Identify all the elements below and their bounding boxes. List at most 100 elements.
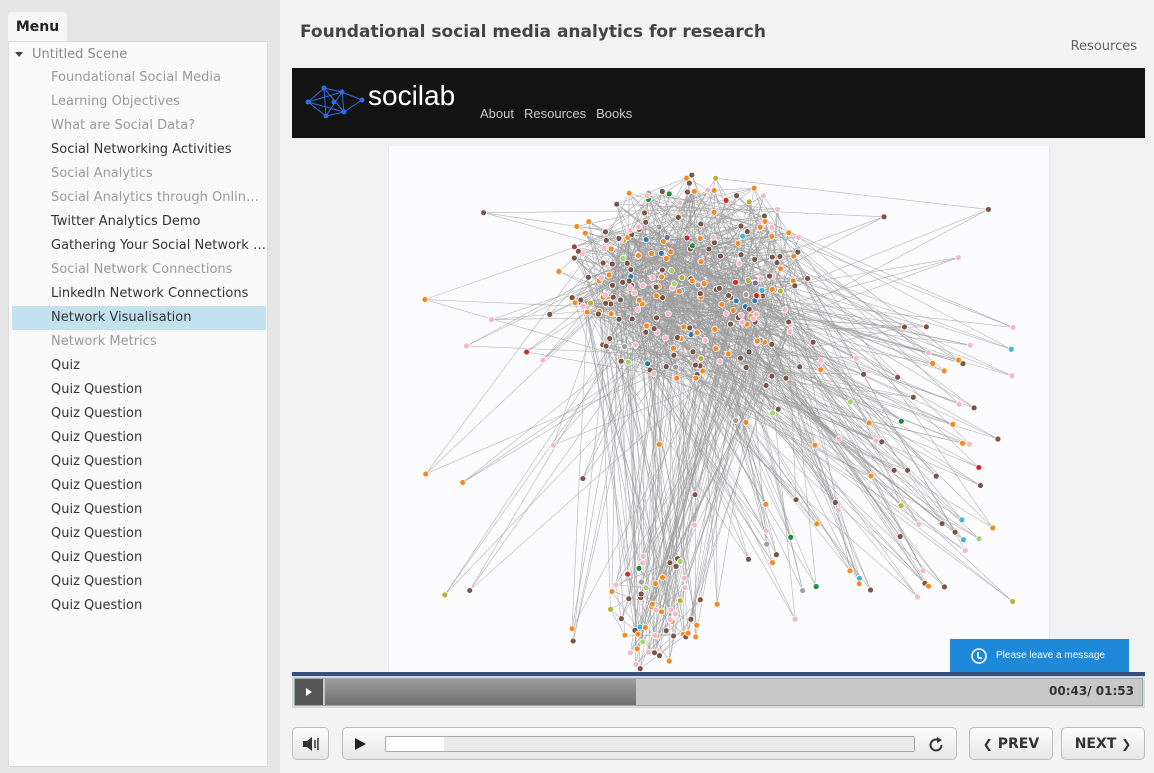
menu-item[interactable]: Social Network Connections	[12, 258, 266, 282]
resources-link[interactable]: Resources	[1071, 39, 1137, 54]
graph-node	[680, 574, 688, 582]
chat-icon	[971, 647, 987, 664]
graph-node	[750, 184, 758, 192]
graph-node	[585, 218, 593, 226]
graph-node	[555, 268, 563, 275]
graph-node	[894, 373, 902, 381]
graph-node	[624, 358, 632, 366]
graph-node	[909, 393, 917, 401]
graph-node	[642, 328, 650, 336]
video-time: 00:43/ 01:53	[1049, 684, 1134, 698]
graph-node	[632, 341, 639, 349]
graph-node	[546, 310, 554, 318]
graph-node	[732, 278, 740, 286]
graph-node	[655, 440, 663, 448]
menu-item[interactable]: Quiz	[12, 354, 266, 378]
menu-item[interactable]: Twitter Analytics Demo	[12, 210, 266, 234]
site-nav-resources[interactable]: Resources	[524, 106, 586, 121]
menu-item[interactable]: Quiz Question	[12, 450, 266, 474]
next-label: NEXT	[1074, 735, 1117, 752]
video-seek-bar[interactable]: 00:43/ 01:53	[292, 672, 1145, 708]
menu-item[interactable]: Quiz Question	[12, 426, 266, 450]
video-frame[interactable]: socilab About Resources Books Please lea…	[292, 68, 1145, 672]
menu-item[interactable]: Quiz Question	[12, 546, 266, 570]
graph-node	[867, 472, 875, 480]
menu-item[interactable]: Quiz Question	[12, 474, 266, 498]
caret-down-icon[interactable]	[15, 51, 23, 57]
graph-node	[985, 206, 992, 213]
graph-node	[670, 344, 677, 352]
menu-item[interactable]: LinkedIn Network Connections	[12, 282, 266, 306]
replay-icon[interactable]	[926, 735, 946, 755]
graph-node	[975, 464, 983, 471]
graph-node	[729, 307, 737, 314]
graph-node	[676, 558, 684, 565]
graph-node	[966, 341, 974, 349]
slide-progress-bar[interactable]	[385, 736, 915, 752]
graph-node	[792, 496, 800, 504]
graph-node	[644, 360, 651, 368]
graph-node	[602, 236, 610, 244]
site-nav-about[interactable]: About	[480, 106, 514, 121]
site-nav-books[interactable]: Books	[596, 106, 632, 121]
menu-item[interactable]: Foundational Social Media	[12, 66, 266, 90]
menu-item[interactable]: Quiz Question	[12, 498, 266, 522]
chevron-left-icon: ❮	[982, 736, 993, 751]
menu-item[interactable]: Quiz Question	[12, 570, 266, 594]
next-button[interactable]: NEXT ❯	[1061, 727, 1145, 760]
menu-item[interactable]: Network Visualisation	[12, 306, 266, 330]
leave-message-button[interactable]: Please leave a message	[950, 639, 1129, 672]
graph-node	[831, 499, 839, 506]
graph-node	[941, 583, 948, 591]
seek-play-button[interactable]	[295, 679, 323, 705]
graph-node	[855, 580, 863, 588]
menu-item[interactable]: Social Analytics through Online T...	[12, 186, 266, 210]
graph-node	[689, 242, 696, 250]
menu-item[interactable]: Quiz Question	[12, 378, 266, 402]
graph-node	[901, 323, 908, 331]
graph-node	[710, 208, 718, 216]
menu-item[interactable]: What are Social Data?	[12, 114, 266, 138]
graph-node	[651, 649, 658, 657]
graph-node	[955, 400, 963, 408]
graph-node	[897, 502, 905, 510]
graph-node	[422, 470, 430, 478]
play-button[interactable]	[355, 738, 366, 750]
menu-item[interactable]: Social Networking Activities	[12, 138, 266, 162]
graph-node	[766, 272, 773, 280]
graph-node	[846, 567, 854, 575]
graph-node	[804, 275, 812, 282]
menu-item[interactable]: Social Analytics	[12, 162, 266, 186]
menu-item[interactable]: Quiz Question	[12, 402, 266, 426]
graph-node	[642, 236, 650, 243]
menu-item[interactable]: Network Metrics	[12, 330, 266, 354]
graph-node	[673, 374, 681, 382]
prev-button[interactable]: ❮ PREV	[969, 727, 1053, 760]
graph-node	[773, 259, 781, 267]
graph-node	[812, 583, 820, 590]
graph-node	[624, 570, 632, 578]
menu-item[interactable]: Learning Objectives	[12, 90, 266, 114]
menu-item[interactable]: Quiz Question	[12, 594, 266, 618]
seek-track[interactable]: 00:43/ 01:53	[294, 678, 1143, 706]
graph-node	[757, 275, 765, 283]
graph-node	[759, 192, 767, 200]
menu-tab[interactable]: Menu	[8, 12, 67, 42]
menu-scene[interactable]: Untitled Scene	[8, 44, 248, 64]
graph-node	[635, 296, 643, 304]
menu-list: Foundational Social Media Learning Object…	[12, 66, 266, 618]
graph-node	[623, 259, 631, 267]
menu-item[interactable]: Gathering Your Social Network D...	[12, 234, 266, 258]
graph-node	[605, 271, 613, 279]
menu-item[interactable]: Quiz Question	[12, 522, 266, 546]
graph-node	[966, 440, 973, 448]
graph-node	[676, 597, 684, 605]
volume-button[interactable]	[292, 727, 329, 760]
network-logo-icon	[305, 85, 365, 119]
graph-node	[696, 235, 704, 242]
graph-node	[488, 316, 495, 324]
brand-name: socilab	[368, 80, 456, 111]
graph-node	[570, 243, 578, 251]
graph-node	[961, 547, 969, 554]
graph-node	[639, 553, 647, 560]
